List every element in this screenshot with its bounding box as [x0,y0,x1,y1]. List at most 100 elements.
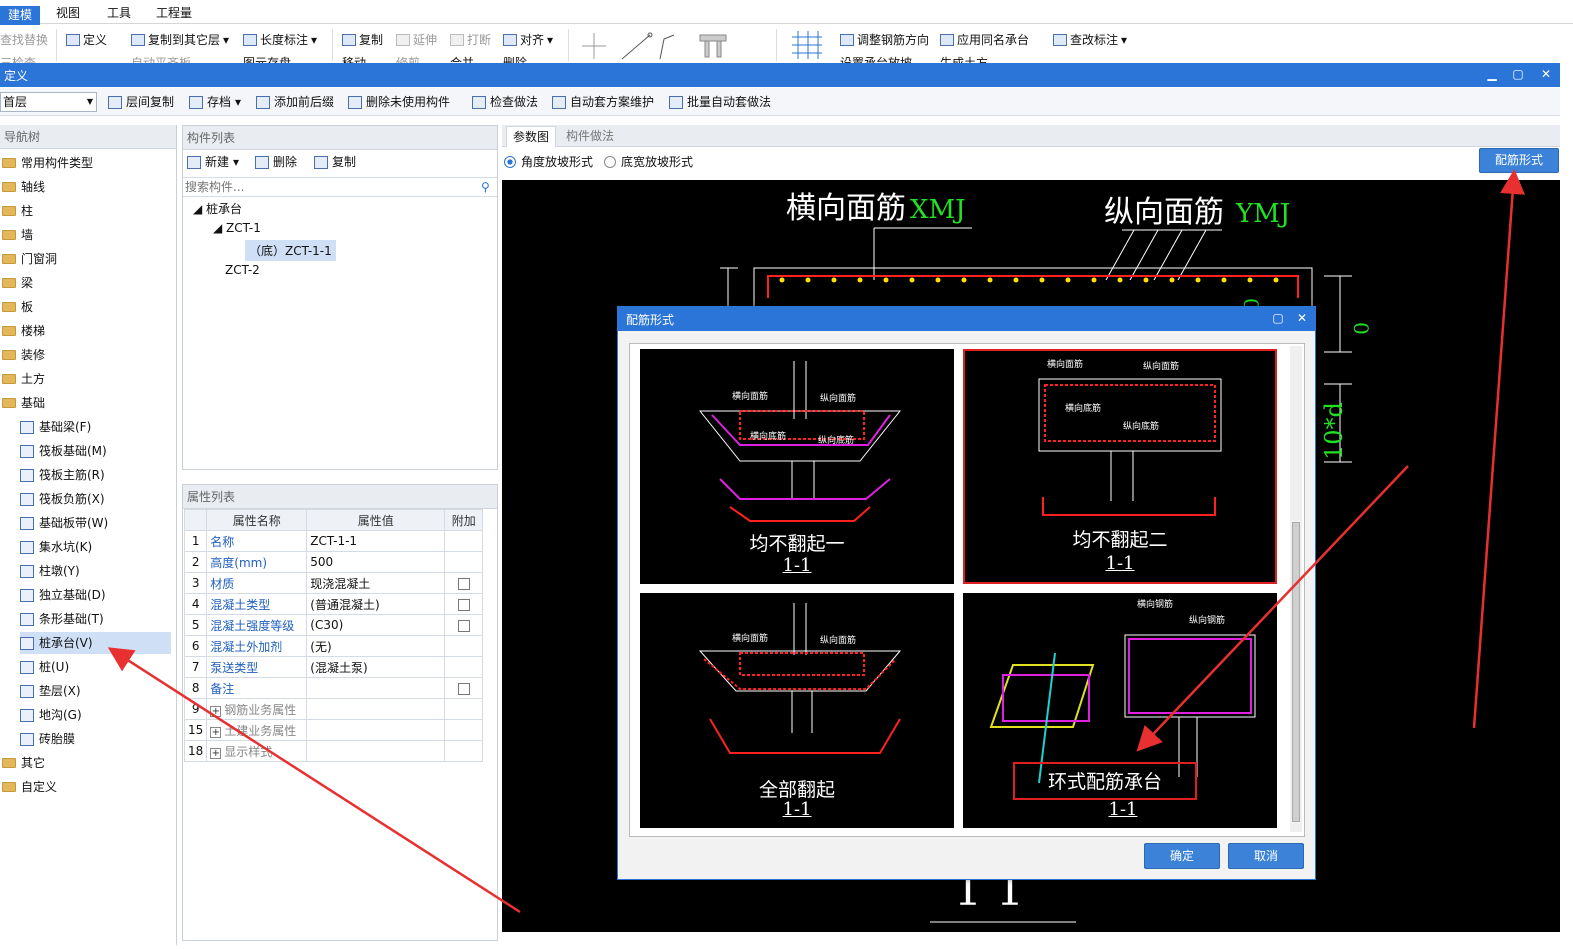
scrollbar-thumb[interactable] [1292,522,1300,822]
row2-c[interactable]: 图元存盘 [243,54,291,63]
tab-quantity[interactable]: 工程量 [148,4,200,24]
nav-subitem-12[interactable]: 地沟(G) [20,704,82,726]
nav-item-1[interactable]: 轴线 [2,176,45,198]
check-dim-button[interactable]: 查改标注 ▾ [1053,31,1127,49]
nav-subitem-10[interactable]: 桩(U) [20,656,69,678]
nav-item-9[interactable]: 土方 [2,368,45,390]
nav-item-3[interactable]: 墙 [2,224,33,246]
ok-button[interactable]: 确定 [1144,843,1220,869]
copy-to-floor-button[interactable]: 复制到其它层 ▾ [131,31,229,49]
row2-d[interactable]: 移动 [342,54,366,63]
options-scrollbar[interactable] [1290,346,1302,832]
property-row[interactable]: 2 高度(mm) 500 [183,551,484,573]
row2-f[interactable]: 合并 [450,54,474,63]
nav-subitem-9[interactable]: 桩承台(V) [20,632,171,654]
nav-subitem-6[interactable]: 柱墩(Y) [20,560,80,582]
row2-h[interactable]: 设置承台放坡 [840,54,912,63]
new-component-button[interactable]: 新建 ▾ [187,154,239,170]
check-method-button[interactable]: 检查做法 [472,94,538,110]
delete-unused-button[interactable]: 删除未使用构件 [348,94,450,110]
floor-select[interactable]: 首层 ▼ [0,92,97,112]
search-input[interactable] [183,177,497,197]
extra-checkbox[interactable] [457,577,470,590]
pile-cap-icon[interactable] [698,33,730,61]
nav-item-5[interactable]: 梁 [2,272,33,294]
property-row[interactable]: 7 泵送类型 (混凝土泵) [183,656,484,678]
tab-tools[interactable]: 工具 [99,4,139,24]
extend-button[interactable]: 延伸 [396,31,437,49]
tab-view[interactable]: 视图 [48,4,88,24]
copy-component-button[interactable]: 复制 [314,154,356,170]
property-row[interactable]: 9 + 钢筋业务属性 [183,698,484,720]
tree-item-zct1-1[interactable]: （底）ZCT-1-1 [245,240,336,261]
nav-subitem-4[interactable]: 基础板带(W) [20,512,108,534]
property-row[interactable]: 6 混凝土外加剂 (无) [183,635,484,657]
copy-between-floors-button[interactable]: 层间复制 [108,94,174,110]
nav-item-8[interactable]: 装修 [2,344,45,366]
nav-subitem-3[interactable]: 筏板负筋(X) [20,488,105,510]
option-no-flip-2[interactable]: 横向面筋 纵向面筋 横向底筋 纵向底筋 均不翻起二 1-1 [963,349,1277,584]
define-button[interactable]: 定义 [66,31,107,49]
adjust-rebar-dir-button[interactable]: 调整钢筋方向 [840,31,929,49]
nav-subitem-13[interactable]: 砖胎膜 [20,728,75,750]
find-replace-button[interactable]: 查找替换 [0,31,48,49]
property-row[interactable]: 1 名称 ZCT-1-1 [183,530,484,552]
nav-item-7[interactable]: 楼梯 [2,320,45,342]
row2-b[interactable]: 自动平齐板 [131,54,191,63]
radio-bottom-width-slope[interactable]: 底宽放坡形式 [604,153,693,170]
nav-item-10[interactable]: 基础 [2,392,45,414]
property-row[interactable]: 18 + 显示样式 [183,740,484,762]
nav-tail-0[interactable]: 其它 [2,752,45,774]
rebar-grid-icon[interactable] [788,31,828,61]
auto-scheme-button[interactable]: 自动套方案维护 [552,94,654,110]
nav-subitem-2[interactable]: 筏板主筋(R) [20,464,105,486]
length-dim-button[interactable]: 长度标注 ▾ [243,31,317,49]
apply-same-cap-button[interactable]: 应用同名承台 [940,31,1029,49]
row2-g[interactable]: 删除 [503,54,527,63]
search-icon[interactable]: ⚲ [481,180,490,194]
extra-checkbox[interactable] [457,598,470,611]
rebar-form-button[interactable]: 配筋形式 [1479,148,1559,173]
copy-button[interactable]: 复制 [342,31,383,49]
property-row[interactable]: 15 + 土建业务属性 [183,719,484,741]
nav-item-6[interactable]: 板 [2,296,33,318]
batch-auto-method-button[interactable]: 批量自动套做法 [669,94,771,110]
row2-a[interactable]: 三检查 [0,54,36,63]
nav-item-0[interactable]: 常用构件类型 [2,152,93,174]
tab-component-method[interactable]: 构件做法 [560,126,620,147]
nav-subitem-0[interactable]: 基础梁(F) [20,416,91,438]
radio-angle-slope[interactable]: 角度放坡形式 [504,153,593,170]
extra-checkbox[interactable] [457,619,470,632]
tree-root[interactable]: ◢ 桩承台 [193,200,242,217]
row2-i[interactable]: 生成土方 [940,54,988,63]
break-button[interactable]: 打断 [450,31,491,49]
option-no-flip-1[interactable]: 横向面筋 纵向面筋 横向底筋 纵向底筋 均不翻起一 1-1 [640,349,954,584]
maximize-icon[interactable]: ▢ [1510,66,1526,82]
archive-button[interactable]: 存档 ▾ [189,94,241,110]
property-row[interactable]: 3 材质 现浇混凝土 [183,572,484,594]
dialog-close-icon[interactable]: ✕ [1294,310,1310,326]
nav-subitem-8[interactable]: 条形基础(T) [20,608,104,630]
nav-subitem-5[interactable]: 集水坑(K) [20,536,92,558]
nav-item-2[interactable]: 柱 [2,200,33,222]
nav-item-4[interactable]: 门窗洞 [2,248,57,270]
property-row[interactable]: 4 混凝土类型 (普通混凝土) [183,593,484,615]
nav-subitem-1[interactable]: 筏板基础(M) [20,440,107,462]
dialog-maximize-icon[interactable]: ▢ [1270,310,1286,326]
cancel-button[interactable]: 取消 [1228,843,1304,869]
option-ring-rebar-cap[interactable]: 横向钢筋 纵向钢筋 环式配筋承台 1-1 [963,593,1277,828]
draw-tools-icon[interactable] [578,29,678,61]
nav-tail-1[interactable]: 自定义 [2,776,57,798]
nav-subitem-11[interactable]: 垫层(X) [20,680,81,702]
align-button[interactable]: 对齐 ▾ [503,31,553,49]
tree-item-zct1[interactable]: ◢ ZCT-1 [213,221,261,235]
nav-subitem-7[interactable]: 独立基础(D) [20,584,106,606]
tree-item-zct2[interactable]: ZCT-2 [225,263,260,277]
property-row[interactable]: 5 混凝土强度等级 (C30) [183,614,484,636]
add-prefix-suffix-button[interactable]: 添加前后缀 [256,94,334,110]
option-all-flip[interactable]: 横向面筋 纵向面筋 全部翻起 1-1 [640,593,954,828]
minimize-icon[interactable]: ▁ [1484,66,1500,82]
delete-component-button[interactable]: 删除 [255,154,297,170]
tab-param-diagram[interactable]: 参数图 [506,126,557,147]
property-row[interactable]: 8 备注 [183,677,484,699]
